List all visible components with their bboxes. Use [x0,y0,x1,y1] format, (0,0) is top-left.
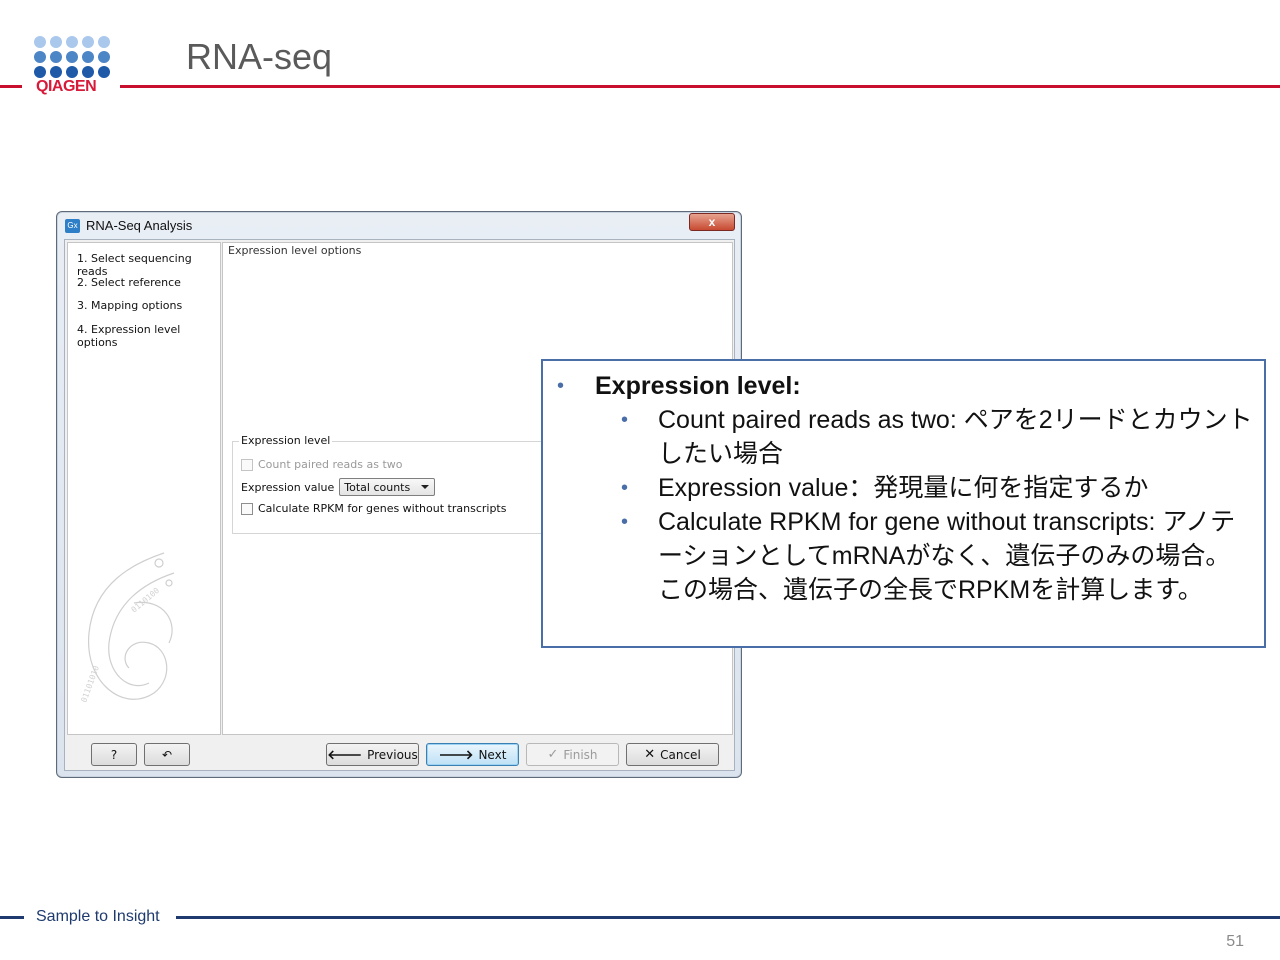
arrow-right-icon: 🡒 [438,747,474,763]
chevron-down-icon [421,485,430,489]
bullet-icon: • [621,409,629,431]
qiagen-logo: QIAGEN [34,36,114,96]
callout-item-text: Count paired reads as two: ペアを2リードとカウントし… [658,406,1253,468]
check-icon: ✓ [547,747,559,762]
wizard-steps: 1. Select sequencing reads 2. Select ref… [67,242,221,735]
rpkm-checkbox[interactable] [241,502,253,515]
group-label: Expression level [239,434,333,447]
app-icon: Gx [65,219,80,233]
bullet-icon: • [557,375,565,397]
reset-button[interactable]: ↶ [144,743,190,766]
bullet-icon: • [621,511,629,533]
dialog-title: RNA-Seq Analysis [86,218,193,233]
footer-rule-left [0,916,24,919]
finish-label: Finish [563,747,598,762]
header-rule [120,85,1280,88]
slide-title: RNA-seq [186,36,333,77]
count-paired-label: Count paired reads as two [258,458,403,471]
logo-dots [34,36,114,78]
header-rule-left [0,85,22,88]
count-paired-checkbox[interactable] [241,458,253,471]
cancel-label: Cancel [660,747,701,762]
decorative-swirl-icon: 01101010 0110100 [79,552,175,704]
logo-text: QIAGEN [36,78,97,95]
footer-tagline: Sample to Insight [36,908,160,925]
previous-button[interactable]: 🡐 Previous [326,743,419,766]
rpkm-label: Calculate RPKM for genes without transcr… [258,502,507,515]
next-button[interactable]: 🡒 Next [426,743,519,766]
reset-icon: ↶ [161,747,173,762]
previous-label: Previous [367,747,418,762]
close-button[interactable]: x [689,213,735,231]
svg-text:01101010: 01101010 [79,664,101,703]
count-paired-row: Count paired reads as two [241,458,402,471]
step-mapping-options[interactable]: 3. Mapping options [77,299,220,323]
svg-text:0110100: 0110100 [130,586,162,615]
step-select-reference[interactable]: 2. Select reference [77,276,220,300]
callout-item-rpkm: • Calculate RPKM for gene without transc… [543,505,1254,607]
expression-value-label: Expression value [241,480,335,494]
callout-item-count-paired: • Count paired reads as two: ペアを2リードとカウン… [543,403,1254,471]
step-expression-options[interactable]: 4. Expression level options [77,323,220,349]
next-label: Next [478,747,507,762]
dialog-titlebar[interactable]: Gx RNA-Seq Analysis x [57,212,741,239]
footer-rule [176,916,1280,919]
panel-title: Expression level options [228,244,362,257]
expression-value-row: Expression value Total counts [241,478,436,496]
arrow-left-icon: 🡐 [327,747,363,763]
rpkm-row: Calculate RPKM for genes without transcr… [241,502,506,515]
callout-item-text: Expression value：発現量に何を指定するか [658,474,1149,502]
explanation-callout: • Expression level: • Count paired reads… [541,359,1266,648]
page-number: 51 [1226,933,1244,950]
step-select-reads[interactable]: 1. Select sequencing reads [77,252,220,278]
bullet-icon: • [621,477,629,499]
callout-item-text: Calculate RPKM for gene without transcri… [658,508,1236,604]
close-icon: x [708,215,716,229]
help-button[interactable]: ? [91,743,137,766]
cancel-x-icon: ✕ [644,747,656,762]
callout-heading: Expression level: [595,372,801,400]
expression-value-selected: Total counts [344,480,411,494]
cancel-button[interactable]: ✕ Cancel [626,743,719,766]
callout-item-expression-value: • Expression value：発現量に何を指定するか [543,471,1254,505]
help-icon: ? [110,747,118,762]
finish-button[interactable]: ✓ Finish [526,743,619,766]
expression-value-select[interactable]: Total counts [339,478,436,496]
callout-heading-item: • Expression level: [543,369,1254,403]
